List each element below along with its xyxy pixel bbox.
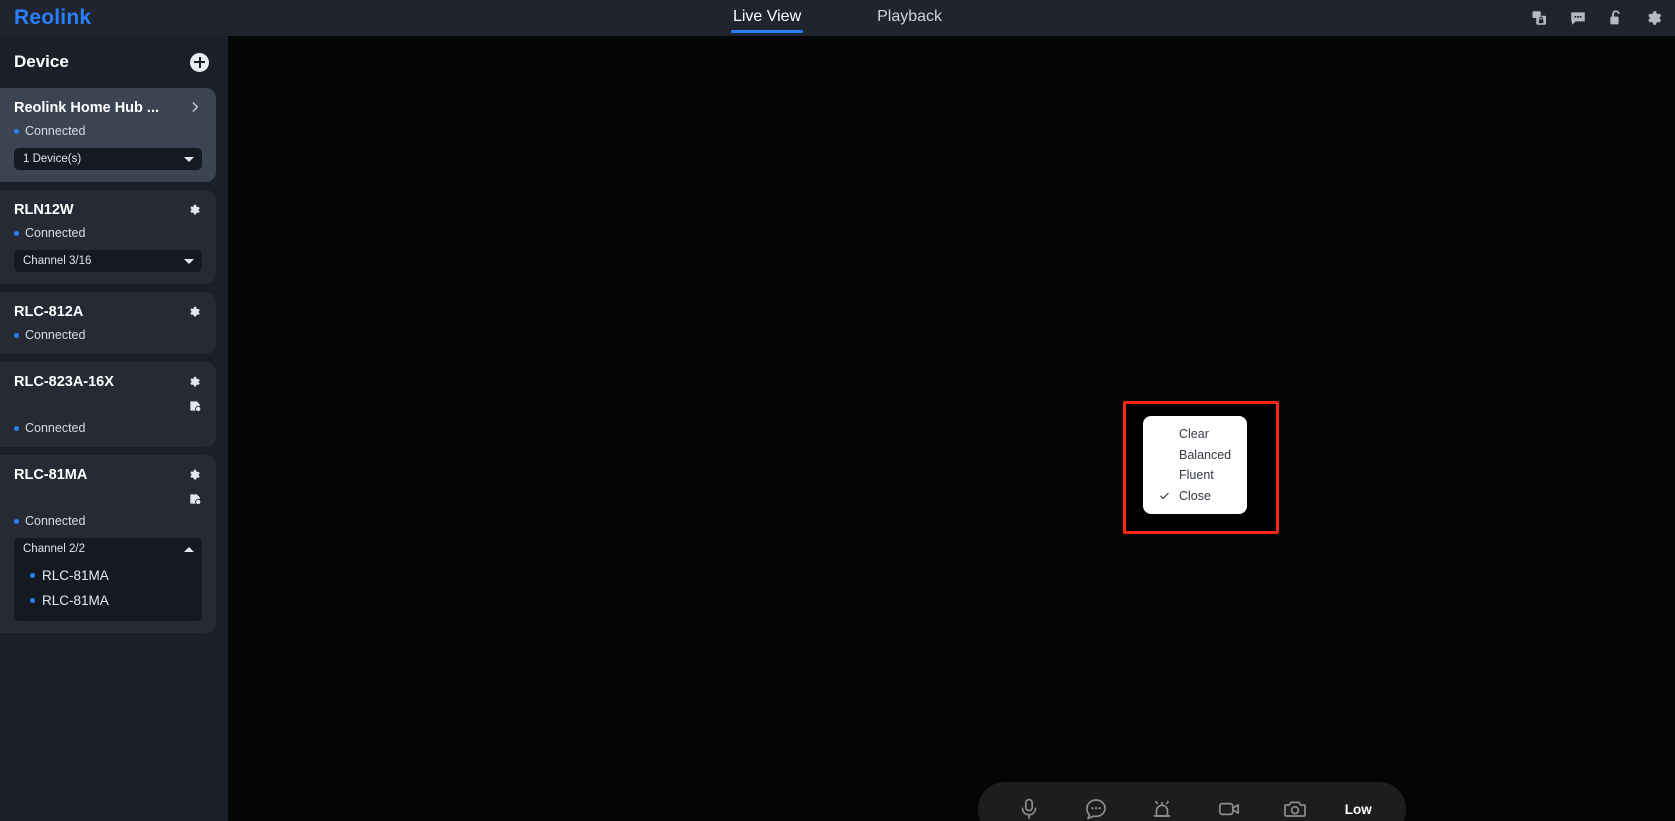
quality-option-label: Balanced: [1179, 447, 1232, 462]
device-status: Connected: [14, 226, 202, 240]
device-name: RLC-81MA: [14, 467, 88, 483]
device-card-top: RLC-81MA: [14, 467, 202, 506]
chevron-down-icon[interactable]: [184, 156, 194, 162]
gear-icon[interactable]: [1645, 9, 1663, 27]
sidebar-header: Device: [0, 36, 228, 88]
status-dot-icon: [14, 332, 19, 338]
chevron-down-icon[interactable]: [184, 258, 194, 264]
status-dot-icon: [14, 425, 19, 431]
app-root: Reolink Live View Playback Device Reolin…: [0, 0, 1675, 821]
device-channel-select[interactable]: Channel 3/16: [14, 250, 202, 272]
chevron-right-icon[interactable]: [188, 100, 202, 114]
device-channel-select[interactable]: Channel 2/2: [14, 538, 202, 560]
device-card-actions: [188, 304, 202, 319]
channel-name: RLC-81MA: [42, 568, 109, 583]
tab-live-view[interactable]: Live View: [730, 1, 804, 35]
device-card-rlc-812a[interactable]: RLC-812A Connected: [0, 292, 216, 354]
device-settings-gear-icon[interactable]: [188, 375, 202, 389]
device-card-rln12w[interactable]: RLN12W Connected Channel 3/16: [0, 190, 216, 284]
live-view-stage[interactable]: Clear Balanced Fluent Close Low: [228, 36, 1675, 821]
device-card-actions: [188, 374, 202, 413]
sidebar-title: Device: [14, 52, 69, 71]
device-status-label: Connected: [25, 124, 86, 138]
status-dot-icon: [14, 128, 19, 134]
quality-option-label: Clear: [1179, 427, 1209, 442]
sd-card-icon[interactable]: [188, 492, 202, 506]
device-settings-gear-icon[interactable]: [188, 203, 202, 217]
device-name: RLC-823A-16X: [14, 374, 114, 390]
unlock-icon[interactable]: [1607, 9, 1625, 27]
device-card-actions: [188, 467, 202, 506]
stream-quality-button[interactable]: Low: [1345, 802, 1372, 817]
channel-name: RLC-81MA: [42, 593, 109, 608]
encrypted-files-icon[interactable]: [1531, 9, 1549, 27]
sd-card-icon[interactable]: [188, 399, 202, 413]
device-card-top: RLN12W: [14, 202, 202, 218]
quality-option-fluent[interactable]: Fluent: [1143, 465, 1247, 486]
device-name: RLN12W: [14, 202, 74, 218]
device-status: Connected: [14, 514, 202, 528]
record-video-icon[interactable]: [1212, 792, 1246, 821]
device-status: Connected: [14, 124, 202, 138]
device-status-label: Connected: [25, 328, 86, 342]
device-name: Reolink Home Hub ...: [14, 100, 160, 116]
device-channel-label: 1 Device(s): [23, 153, 82, 165]
status-dot-icon: [30, 573, 35, 578]
device-status-label: Connected: [25, 226, 86, 240]
main-nav-tabs: Live View Playback: [0, 0, 1675, 36]
device-channel-select[interactable]: 1 Device(s): [14, 148, 202, 170]
device-channel-label: Channel 3/16: [23, 255, 92, 267]
list-item[interactable]: RLC-81MA: [14, 588, 202, 613]
tab-playback[interactable]: Playback: [875, 1, 944, 35]
snapshot-camera-icon[interactable]: [1278, 792, 1312, 821]
device-card-top: RLC-812A: [14, 304, 202, 320]
microphone-icon[interactable]: [1012, 792, 1046, 821]
quality-option-close[interactable]: Close: [1143, 486, 1247, 507]
status-dot-icon: [14, 230, 19, 236]
status-dot-icon: [30, 598, 35, 603]
quality-option-clear[interactable]: Clear: [1143, 424, 1247, 445]
device-status-label: Connected: [25, 421, 86, 435]
siren-icon[interactable]: [1145, 792, 1179, 821]
add-device-button[interactable]: [190, 52, 209, 72]
device-card-rlc-823a-16x[interactable]: RLC-823A-16X Connected: [0, 362, 216, 447]
top-bar-icons: [1531, 0, 1663, 36]
device-card-actions: [188, 202, 202, 217]
device-list: Reolink Home Hub ... Connected 1 Device(…: [0, 88, 228, 633]
quality-option-label: Fluent: [1179, 468, 1214, 483]
list-item[interactable]: RLC-81MA: [14, 563, 202, 588]
device-settings-gear-icon[interactable]: [188, 305, 202, 319]
device-status: Connected: [14, 328, 202, 342]
device-card-home-hub[interactable]: Reolink Home Hub ... Connected 1 Device(…: [0, 88, 216, 182]
device-name: RLC-812A: [14, 304, 84, 320]
quality-option-balanced[interactable]: Balanced: [1143, 445, 1247, 466]
device-channel-label: Channel 2/2: [23, 543, 86, 555]
talk-bubble-icon[interactable]: [1079, 792, 1113, 821]
device-card-top: Reolink Home Hub ...: [14, 100, 202, 116]
channel-list: RLC-81MA RLC-81MA: [14, 559, 202, 621]
checkmark-icon: [1159, 490, 1170, 501]
device-card-rlc-81ma[interactable]: RLC-81MA Connected Channel 2/2 RLC-81MA …: [0, 455, 216, 633]
device-status: Connected: [14, 421, 202, 435]
message-icon[interactable]: [1569, 9, 1587, 27]
chevron-up-icon[interactable]: [184, 546, 194, 552]
stream-quality-menu: Clear Balanced Fluent Close: [1143, 416, 1247, 514]
quality-option-label: Close: [1179, 488, 1211, 503]
device-status-label: Connected: [25, 514, 86, 528]
live-view-toolbar: Low: [978, 782, 1406, 821]
device-sidebar: Device Reolink Home Hub ... Connected 1 …: [0, 36, 228, 821]
device-settings-gear-icon[interactable]: [188, 468, 202, 482]
status-dot-icon: [14, 518, 19, 524]
top-bar: Reolink Live View Playback: [0, 0, 1675, 36]
device-card-top: RLC-823A-16X: [14, 374, 202, 413]
